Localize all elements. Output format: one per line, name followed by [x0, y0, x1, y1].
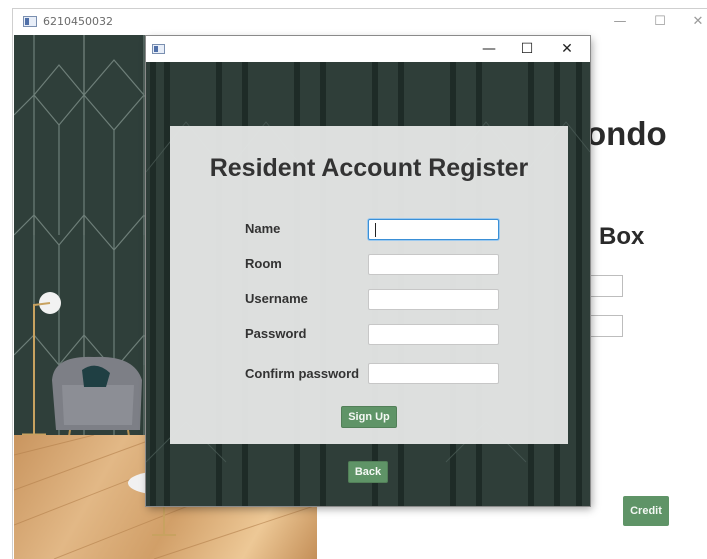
close-icon[interactable]: ✕ [681, 11, 707, 33]
main-window-titlebar[interactable]: 6210450032 — ☐ ✕ [13, 9, 707, 35]
back-button[interactable]: Back [348, 461, 388, 483]
maximize-icon[interactable]: ☐ [508, 38, 546, 60]
sign-up-button[interactable]: Sign Up [341, 406, 397, 428]
text-caret [375, 223, 376, 237]
main-subheading: Box [599, 223, 645, 250]
password-input[interactable] [368, 324, 499, 345]
room-input[interactable] [368, 254, 499, 275]
maximize-icon[interactable]: ☐ [643, 11, 677, 33]
room-label: Room [245, 256, 282, 271]
username-label: Username [245, 291, 308, 306]
register-form-panel: Resident Account Register Name Room User… [170, 126, 568, 444]
credit-button[interactable]: Credit [623, 496, 669, 526]
password-label: Password [245, 326, 307, 341]
username-input[interactable] [368, 289, 499, 310]
background-input-2[interactable] [591, 315, 623, 337]
confirm-password-label: Confirm password [245, 366, 360, 381]
window-app-icon [23, 16, 37, 27]
name-input[interactable] [368, 219, 499, 240]
confirm-password-input[interactable] [368, 363, 499, 384]
minimize-icon[interactable]: — [603, 11, 637, 33]
minimize-icon[interactable]: — [470, 38, 508, 60]
form-title: Resident Account Register [209, 154, 529, 182]
main-heading: ondo [586, 115, 667, 152]
name-label: Name [245, 221, 281, 236]
dialog-titlebar[interactable]: — ☐ ✕ [146, 36, 590, 62]
window-app-icon [152, 44, 165, 54]
main-window-title: 6210450032 [43, 15, 113, 28]
background-input-1[interactable] [591, 275, 623, 297]
close-icon[interactable]: ✕ [548, 38, 586, 60]
register-dialog: — ☐ ✕ Resident Account Register Name Roo… [146, 36, 590, 506]
